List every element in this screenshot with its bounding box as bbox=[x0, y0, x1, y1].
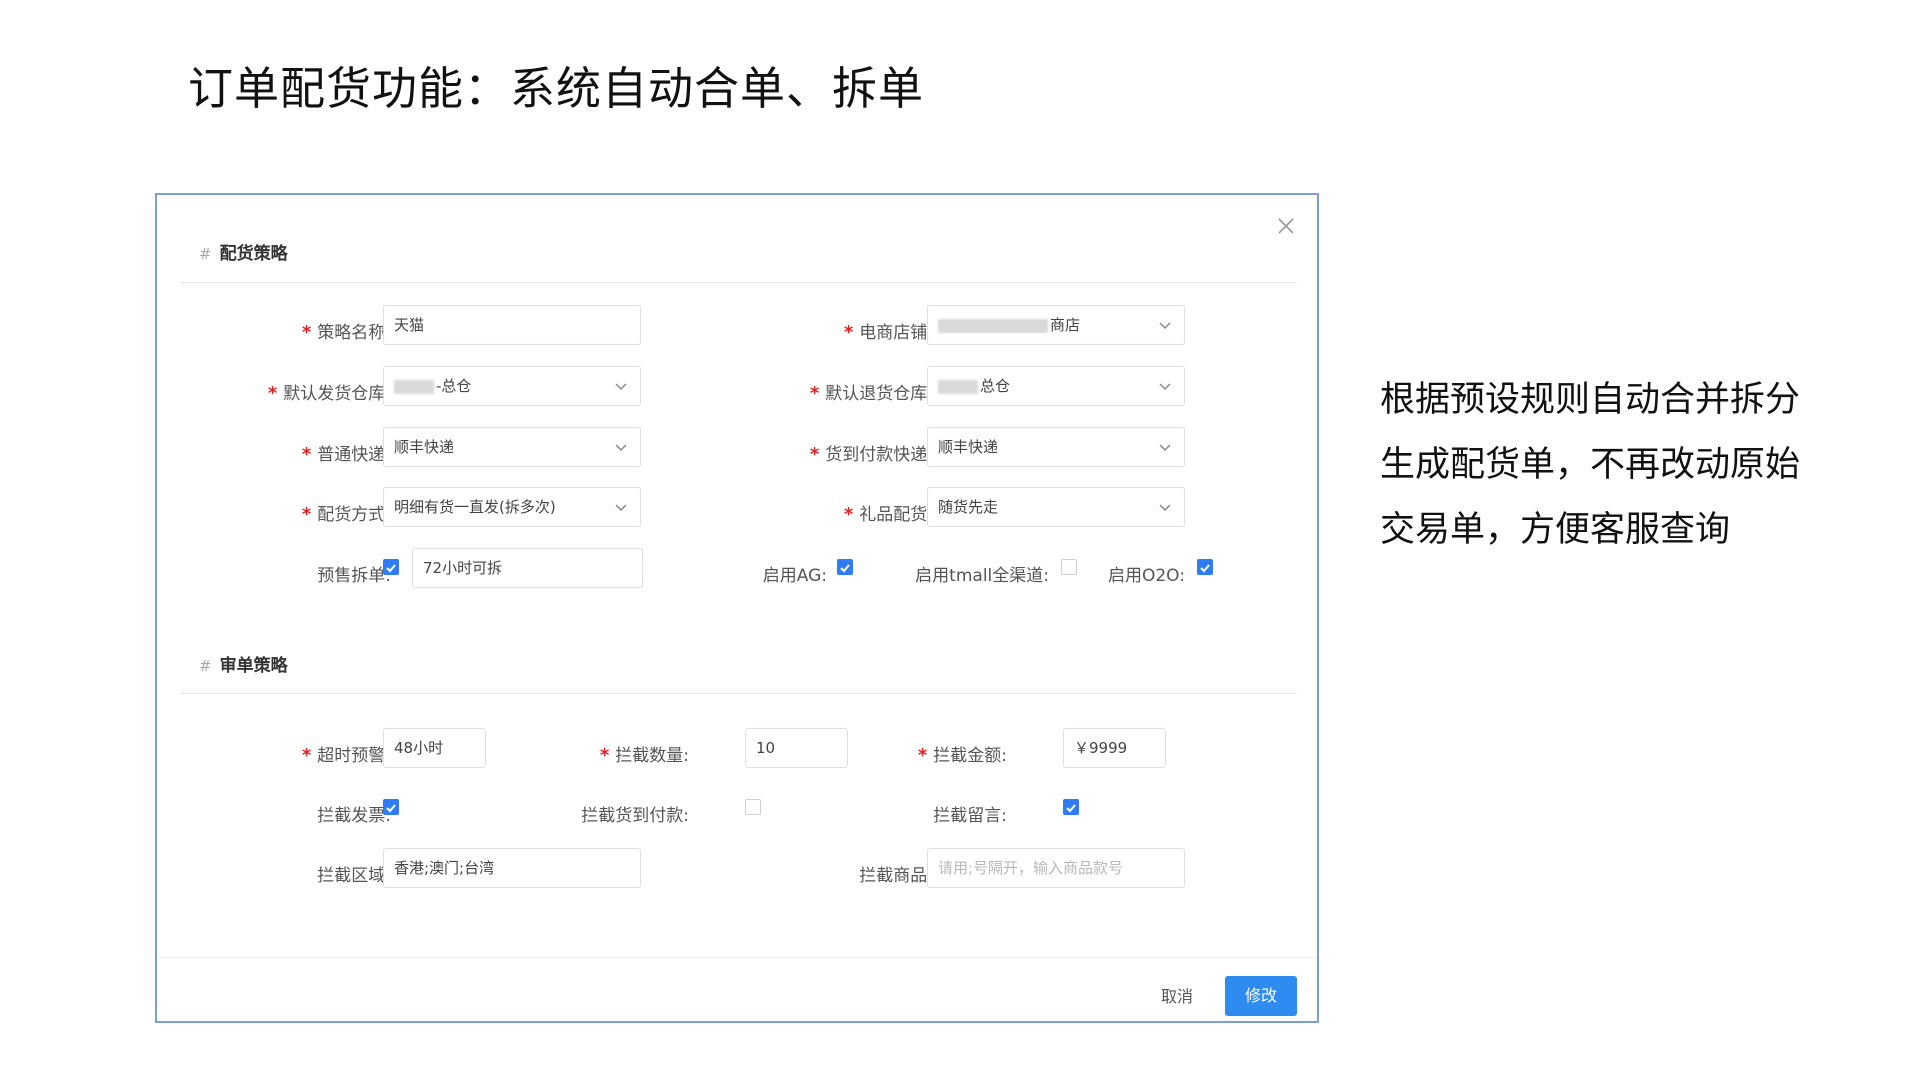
intercept-goods-label: 拦截商品: bbox=[859, 866, 933, 886]
alloc-method-select[interactable]: 明细有货一直发(拆多次) bbox=[383, 487, 641, 527]
side-note: 根据预设规则自动合并拆分 生成配货单，不再改动原始 交易单，方便客服查询 bbox=[1380, 368, 1880, 563]
side-note-line-1: 根据预设规则自动合并拆分 bbox=[1380, 380, 1801, 420]
default-ship-warehouse-select[interactable]: -总仓 bbox=[383, 366, 641, 406]
required-mark: * bbox=[809, 444, 820, 465]
check-icon bbox=[840, 564, 850, 573]
divider bbox=[181, 282, 1297, 283]
check-icon bbox=[386, 804, 396, 813]
intercept-amount-input[interactable]: ￥9999 bbox=[1063, 728, 1166, 768]
default-return-warehouse-label: * 默认退货仓库: bbox=[809, 383, 933, 404]
required-mark: * bbox=[809, 383, 820, 404]
enable-tmall-checkbox[interactable] bbox=[1061, 559, 1077, 575]
intercept-cod-label: 拦截货到付款: bbox=[581, 806, 689, 826]
intercept-invoice-checkbox[interactable] bbox=[383, 799, 399, 815]
normal-express-select[interactable]: 顺丰快递 bbox=[383, 427, 641, 467]
enable-o2o-checkbox[interactable] bbox=[1197, 559, 1213, 575]
presale-split-input[interactable]: 72小时可拆 bbox=[412, 548, 643, 588]
side-note-line-2: 生成配货单，不再改动原始 bbox=[1380, 445, 1801, 485]
required-mark: * bbox=[301, 322, 312, 343]
chevron-down-icon bbox=[1159, 504, 1171, 512]
required-mark: * bbox=[599, 745, 610, 766]
modify-button[interactable]: 修改 bbox=[1225, 976, 1297, 1016]
intercept-region-input[interactable]: 香港;澳门;台湾 bbox=[383, 848, 641, 888]
required-mark: * bbox=[301, 444, 312, 465]
shop-select[interactable]: 商店 bbox=[927, 305, 1185, 345]
enable-ag-label: 启用AG: bbox=[762, 566, 827, 586]
cancel-button[interactable]: 取消 bbox=[1147, 978, 1207, 1016]
enable-ag-checkbox[interactable] bbox=[837, 559, 853, 575]
required-mark: * bbox=[917, 745, 928, 766]
section-header-allocation: # 配货策略 bbox=[199, 239, 288, 264]
hash-icon: # bbox=[199, 657, 212, 675]
intercept-message-checkbox[interactable] bbox=[1063, 799, 1079, 815]
check-icon bbox=[1066, 804, 1076, 813]
side-note-line-3: 交易单，方便客服查询 bbox=[1380, 510, 1731, 550]
check-icon bbox=[386, 564, 396, 573]
section-title: 配货策略 bbox=[219, 244, 288, 264]
default-ship-warehouse-label: * 默认发货仓库: bbox=[267, 383, 391, 404]
chevron-down-icon bbox=[1159, 322, 1171, 330]
shop-label: * 电商店铺: bbox=[843, 322, 933, 343]
redacted-text bbox=[394, 379, 434, 394]
cod-express-select[interactable]: 顺丰快递 bbox=[927, 427, 1185, 467]
cod-express-label: * 货到付款快递: bbox=[809, 444, 933, 465]
timeout-warn-input[interactable]: 48小时 bbox=[383, 728, 486, 768]
chevron-down-icon bbox=[615, 383, 627, 391]
slide-title: 订单配货功能：系统自动合单、拆单 bbox=[188, 62, 925, 115]
check-icon bbox=[1200, 564, 1210, 573]
chevron-down-icon bbox=[615, 444, 627, 452]
presale-split-checkbox[interactable] bbox=[383, 559, 399, 575]
intercept-cod-checkbox[interactable] bbox=[745, 799, 761, 815]
intercept-qty-input[interactable]: 10 bbox=[745, 728, 848, 768]
divider bbox=[181, 693, 1297, 694]
section-header-review: # 审单策略 bbox=[199, 651, 288, 676]
strategy-name-label: * 策略名称: bbox=[301, 322, 391, 343]
close-icon[interactable] bbox=[1273, 213, 1299, 239]
section-title: 审单策略 bbox=[219, 656, 288, 676]
required-mark: * bbox=[267, 383, 278, 404]
gift-alloc-label: * 礼品配货: bbox=[843, 504, 933, 525]
redacted-text bbox=[938, 379, 978, 394]
required-mark: * bbox=[301, 504, 312, 525]
timeout-warn-label: * 超时预警: bbox=[301, 745, 391, 766]
gift-alloc-select[interactable]: 随货先走 bbox=[927, 487, 1185, 527]
alloc-method-label: * 配货方式: bbox=[301, 504, 391, 525]
footer-divider bbox=[157, 957, 1317, 958]
chevron-down-icon bbox=[1159, 444, 1171, 452]
redacted-text bbox=[938, 318, 1048, 333]
intercept-goods-input[interactable]: 请用;号隔开，输入商品款号 bbox=[927, 848, 1185, 888]
hash-icon: # bbox=[199, 245, 212, 263]
enable-o2o-label: 启用O2O: bbox=[1107, 566, 1185, 586]
required-mark: * bbox=[843, 322, 854, 343]
intercept-region-label: 拦截区域: bbox=[317, 866, 391, 886]
intercept-amount-label: * 拦截金额: bbox=[917, 745, 1007, 766]
chevron-down-icon bbox=[615, 504, 627, 512]
enable-tmall-label: 启用tmall全渠道: bbox=[915, 566, 1049, 586]
normal-express-label: * 普通快递: bbox=[301, 444, 391, 465]
strategy-dialog: # 配货策略 * 策略名称: 天猫 * 电商店铺: 商店 * 默认发货仓库: -总仓 *… bbox=[155, 193, 1319, 1023]
required-mark: * bbox=[301, 745, 312, 766]
required-mark: * bbox=[843, 504, 854, 525]
intercept-invoice-label: 拦截发票: bbox=[317, 806, 391, 826]
chevron-down-icon bbox=[1159, 383, 1171, 391]
presale-split-label: 预售拆单: bbox=[317, 566, 391, 586]
strategy-name-input[interactable]: 天猫 bbox=[383, 305, 641, 345]
intercept-qty-label: * 拦截数量: bbox=[599, 745, 689, 766]
intercept-message-label: 拦截留言: bbox=[933, 806, 1007, 826]
default-return-warehouse-select[interactable]: 总仓 bbox=[927, 366, 1185, 406]
